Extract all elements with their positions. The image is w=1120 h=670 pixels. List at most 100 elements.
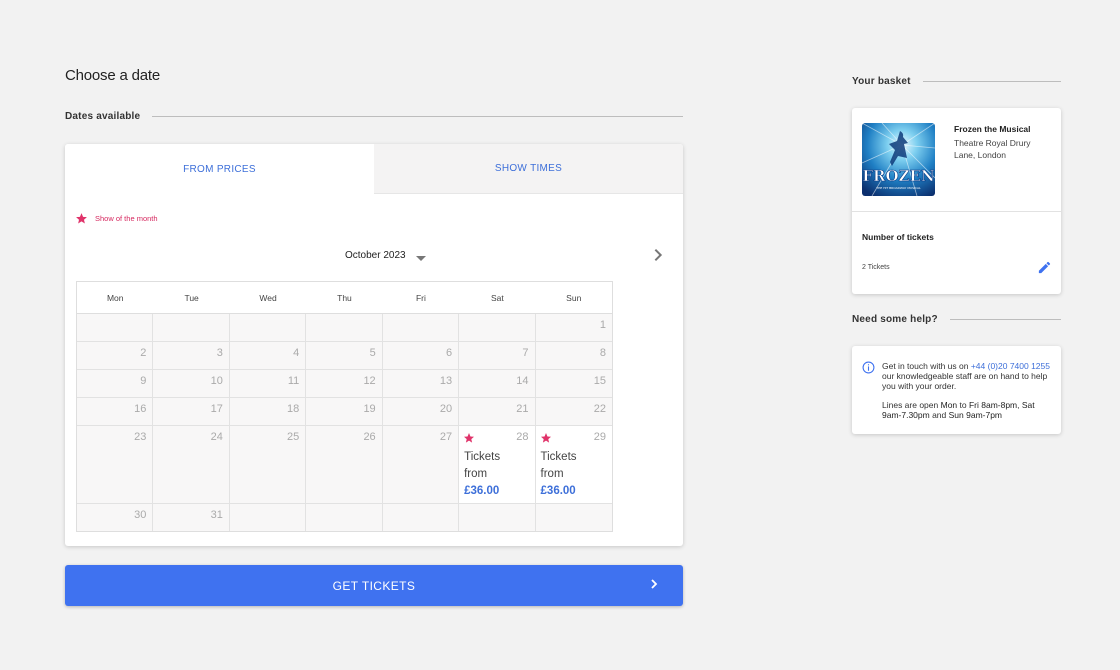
calendar-week: 9 10 11 12 13 14 15 [77, 370, 612, 398]
calendar-day-31: 31 [153, 504, 230, 531]
star-icon [540, 433, 551, 443]
day-number: 14 [516, 375, 529, 387]
calendar-empty-cell [382, 504, 460, 531]
calendar-day-7: 7 [459, 342, 536, 369]
next-month-chevron-right-icon[interactable] [650, 247, 666, 263]
day-number: 24 [210, 431, 223, 443]
show-title: Frozen the Musical [954, 124, 1031, 134]
contact-suffix: our knowledgeable staff are on hand to h… [882, 371, 1048, 391]
dates-available-header: Dates available [65, 111, 683, 122]
day-number: 1 [599, 319, 606, 331]
day-number: 20 [439, 403, 453, 415]
day-number: 11 [287, 375, 300, 387]
from-text: from [540, 468, 564, 480]
day-number: 28 [516, 431, 529, 443]
calendar-week: 30 31 [77, 504, 612, 531]
day-number: 25 [287, 431, 300, 443]
calendar-empty-cell [459, 504, 536, 531]
calendar-day-3: 3 [153, 342, 230, 369]
tickets-text: Tickets [540, 451, 577, 463]
calendar-day-16: 16 [77, 398, 154, 425]
chevron-down-icon [415, 256, 426, 261]
show-poster: FROZEN THE HIT BROADWAY MUSICAL [862, 123, 935, 196]
day-number: 5 [369, 347, 376, 359]
day-number: 31 [210, 509, 223, 521]
show-venue: Theatre Royal Drury Lane, London [954, 138, 1031, 160]
day-number: 18 [287, 403, 300, 415]
help-header: Need some help? [852, 314, 1061, 325]
get-tickets-button[interactable]: GET TICKETS [65, 565, 683, 606]
day-number: 2 [140, 347, 147, 359]
hours-to: to [957, 400, 969, 410]
day-number: 3 [216, 347, 223, 359]
legend-label: Show of the month [95, 214, 158, 223]
day-number: 15 [593, 375, 606, 387]
hours-paragraph: Lines are open Mon to Fri 8am-8pm, Sat 9… [882, 400, 1054, 420]
weekday-tue: Tue [184, 292, 199, 303]
poster-subtext: THE HIT BROADWAY MUSICAL [875, 186, 921, 190]
calendar-day-22: 22 [535, 398, 612, 425]
calendar-empty-cell [306, 504, 383, 531]
poster-logo-text: FROZEN [862, 167, 935, 185]
price-tabs: FROM PRICES SHOW TIMES [65, 144, 683, 194]
day-number: 30 [134, 509, 147, 521]
page-title: Choose a date [65, 67, 160, 84]
section-divider [922, 81, 1061, 82]
calendar-day-2: 2 [77, 342, 154, 369]
month-label: October 2023 [345, 250, 406, 261]
contact-prefix: Get in touch with us on [882, 361, 971, 371]
calendar-empty-cell [306, 314, 383, 341]
day-number: 21 [516, 403, 529, 415]
tab-show-times[interactable]: SHOW TIMES [374, 144, 683, 194]
day-number: 17 [210, 403, 223, 415]
day-number: 4 [293, 347, 300, 359]
tab-from-prices[interactable]: FROM PRICES [65, 144, 374, 194]
ticket-price-info: Tickets from £36.00 [464, 449, 500, 500]
hours-sun: Sun 9am-7pm [948, 410, 1003, 420]
calendar-day-6: 6 [382, 342, 460, 369]
day-number: 8 [599, 347, 606, 359]
calendar-day-29[interactable]: 29 Tickets from £36.00 [535, 426, 612, 503]
calendar-day-17: 17 [153, 398, 230, 425]
calendar-day-11: 11 [229, 370, 307, 397]
calendar-empty-cell [459, 314, 536, 341]
calendar-week: 1 [77, 314, 612, 342]
tickets-count-label: Number of tickets [862, 232, 934, 242]
calendar-week: 16 17 18 19 20 21 22 [77, 398, 612, 426]
section-divider [152, 116, 683, 117]
calendar-empty-cell [153, 314, 230, 341]
calendar-day-24: 24 [153, 426, 230, 503]
calendar-week: 2 3 4 5 6 7 8 [77, 342, 612, 370]
calendar-day-26: 26 [306, 426, 383, 503]
dates-available-label: Dates available [65, 111, 141, 122]
calendar-day-25: 25 [229, 426, 307, 503]
ticket-price-info: Tickets from £36.00 [541, 449, 577, 500]
calendar-day-30: 30 [77, 504, 154, 531]
calendar-empty-cell [535, 504, 612, 531]
day-number: 9 [140, 375, 147, 387]
calendar-day-28[interactable]: 28 Tickets from £36.00 [459, 426, 536, 503]
poster-image: FROZEN THE HIT BROADWAY MUSICAL [862, 123, 935, 196]
calendar-day-14: 14 [459, 370, 536, 397]
hours-mon: Mon [940, 400, 958, 410]
calendar-weeks: 1 2 3 4 5 6 7 8 9 10 11 12 13 14 15 16 17 18 19 20 21 22 23 24 2… [77, 314, 612, 531]
calendar-day-10: 10 [153, 370, 230, 397]
edit-pencil-icon[interactable] [1037, 260, 1052, 275]
calendar-card: FROM PRICES SHOW TIMES Show of the month… [65, 144, 683, 546]
weekday-sat: Sat [490, 292, 504, 303]
day-number: 7 [522, 347, 529, 359]
ticket-price: £36.00 [540, 485, 576, 497]
phone-link[interactable]: +44 (0)20 7400 1255 [971, 361, 1050, 371]
chevron-right-icon [651, 579, 658, 589]
calendar-empty-cell [229, 504, 307, 531]
calendar-day-12: 12 [306, 370, 383, 397]
contact-paragraph: Get in touch with us on +44 (0)20 7400 1… [882, 361, 1054, 391]
weekday-fri: Fri [415, 292, 426, 303]
info-icon [862, 361, 875, 374]
star-icon [76, 213, 87, 224]
month-selector[interactable]: October 2023 [345, 250, 426, 261]
calendar-empty-cell [77, 314, 154, 341]
calendar-day-18: 18 [229, 398, 307, 425]
help-text: Get in touch with us on +44 (0)20 7400 1… [882, 361, 1054, 420]
calendar-day-13: 13 [382, 370, 460, 397]
